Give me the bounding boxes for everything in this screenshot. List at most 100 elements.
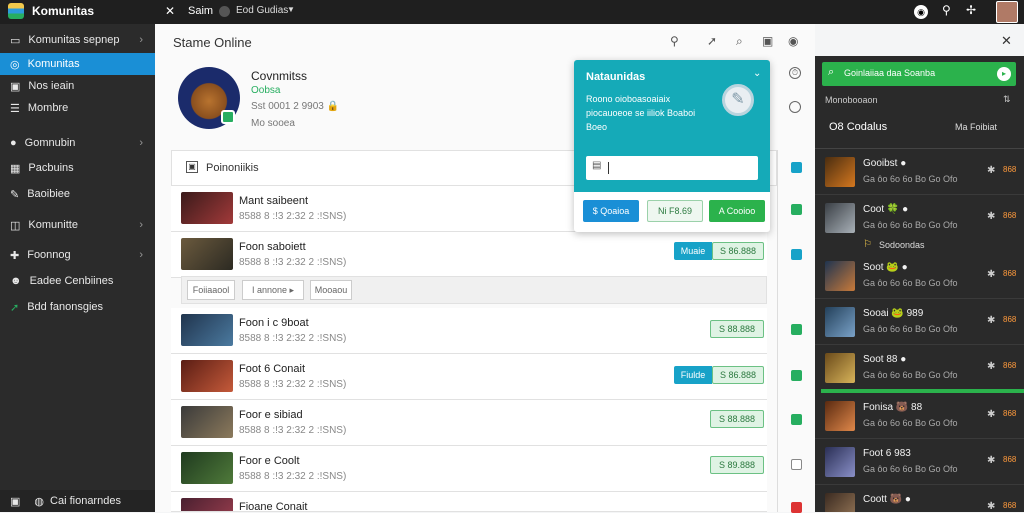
notification-body: Roono oioboasoaiaix piocauoeoe se iiliok… [586,94,696,132]
row-price-button[interactable]: S 86.888 [712,242,764,260]
friend-item[interactable]: Foot 6 983 Ga ôo 6o 6o Bo Go Ofo ✱ 868 [815,439,1024,485]
notification-confirm-button[interactable]: A Cooioo [709,200,765,222]
sidebar-item-7[interactable]: ◫ Komunitte › [0,214,155,236]
game-row[interactable]: Foon i c 9boat 8588 8 :!3 2:32 2 :!SNS) [171,308,767,354]
game-title: Foor e sibiad [239,409,303,421]
card-icon: ▣ [10,80,21,93]
row-indicator-icon[interactable] [791,249,802,260]
message-icon[interactable]: ▣ [762,34,773,48]
game-thumbnail [181,406,233,438]
chat-icon: ◎ [10,58,20,71]
friends-header-label: O8 Codalus [829,121,888,133]
notification-outline-button[interactable]: Ni F8.69 [647,200,703,222]
user-avatar[interactable] [996,1,1018,23]
sidebar-item-label: Pacbuins [28,162,74,174]
friend-avatar [825,261,855,291]
row-price-button[interactable]: S 88.888 [710,410,764,428]
game-row[interactable]: Fioane Conait [171,492,767,512]
row-price-button[interactable]: S 89.888 [710,456,764,474]
friend-item[interactable]: Coot 🍀 ● Ga ôo 6o 6o Bo Go Ofo ✱ 868 [815,195,1024,241]
gear-icon[interactable]: ✱ [987,165,995,176]
sidebar-item-label: Komunitas sepnep [28,34,120,46]
notification-popup: Nataunidas ⌄ Roono oioboasoaiaix piocauo… [574,60,770,232]
filter-chip[interactable]: I annone ▸ [242,280,304,300]
sidebar-item-8[interactable]: ✚ Foonnog › [0,244,155,266]
profile-line: Mo sooea [251,118,295,129]
game-title: Mant saibeent [239,195,309,207]
account-dropdown[interactable]: Eod Gudias [236,5,288,16]
filter-chip[interactable]: Mooaou [310,280,352,300]
close-icon[interactable]: ✕ [1001,33,1012,49]
sidebar-footer[interactable]: ▣ ◍ Cai fionarndes [0,490,155,512]
notification-primary-button[interactable]: $ Qoaioa [583,200,639,222]
sidebar-item-1[interactable]: ◎ Komunitas [0,53,155,75]
gear-icon[interactable]: ✱ [987,361,995,372]
row-price-button[interactable]: S 86.888 [712,366,764,384]
row-blue-button[interactable]: Fiulde [674,366,712,384]
wrench-icon: ✎ [10,188,20,201]
gear-icon[interactable]: ✱ [987,269,995,280]
friend-item[interactable]: Gooibst ● Ga ôo 6o 6o Bo Go Ofo ✱ 868 [815,149,1024,195]
row-price-button[interactable]: S 88.888 [710,320,764,338]
info-icon[interactable] [789,101,801,113]
chevron-down-icon[interactable]: ▼ [287,5,295,14]
gear-icon[interactable]: ✱ [987,211,995,222]
game-row[interactable]: Foor e Coolt 8588 8 :!3 2:32 2 :!SNS) [171,446,767,492]
notification-input[interactable]: ▤ [586,156,758,180]
row-blue-button[interactable]: Muaie [674,242,712,260]
sidebar-item-2[interactable]: ▣ Nos ieain [0,75,155,97]
controller-icon: ✚ [10,249,20,262]
friend-item[interactable]: Sooai 🐸 989 Ga ôo 6o 6o Bo Go Ofo ✱ 868 [815,299,1024,345]
row-indicator-icon[interactable] [791,370,802,381]
sidebar-item-3[interactable]: ☰ Mombre [0,97,155,119]
settings-icon[interactable]: ✢ [966,3,976,17]
online-button-label: Goinlaiiaa daa Soanba [844,68,936,78]
sort-icon[interactable]: ⇅ [1003,94,1011,105]
gear-icon[interactable]: ✱ [987,501,995,512]
friend-item[interactable]: Soot 88 ● Ga ôo 6o 6o Bo Go Ofo ✱ 868 [815,345,1024,391]
share-icon: ➚ [10,301,20,314]
game-thumbnail [181,314,233,346]
online-button[interactable]: ⌕ Goinlaiiaa daa Soanba ▸ [822,62,1016,86]
filter-chip[interactable]: Foiiaaool [187,280,235,300]
friend-status: Ga ôo 6o 6o Bo Go Ofo [863,418,958,428]
sidebar-item-6[interactable]: ✎ Baoibiee [0,183,155,205]
users-icon: ☻ [10,275,22,287]
gear-icon[interactable]: ✱ [987,409,995,420]
search-icon[interactable]: ⌕ [736,34,743,49]
row-indicator-icon[interactable] [791,324,802,335]
row-indicator-icon[interactable] [791,204,802,215]
friend-badge: 868 [1003,409,1017,418]
globe-icon[interactable]: ◉ [788,34,798,48]
friend-item[interactable]: Fonisa 🐻 88 Ga ôo 6o 6o Bo Go Ofo ✱ 868 [815,393,1024,439]
chat-bubble-icon: ● [10,137,17,149]
game-meta: 8588 8 :!3 2:32 2 :!SNS) [239,379,347,390]
friends-header-right[interactable]: Ma Foibiat [955,122,997,132]
pin-icon[interactable]: ⚲ [942,3,951,17]
search-label[interactable]: Saim [188,5,213,17]
clock-icon[interactable]: ⏱ [789,67,801,79]
steam-icon[interactable]: ◉ [914,5,928,19]
row-indicator-icon[interactable] [791,502,802,513]
sidebar-item-5[interactable]: ▦ Pacbuins [0,157,155,179]
row-indicator-icon[interactable] [791,162,802,173]
filter-bar: Foiiaaool I annone ▸ Mooaou [181,276,767,304]
close-icon[interactable]: ✕ [165,4,175,18]
game-row[interactable]: Foor e sibiad 8588 8 :!3 2:32 2 :!SNS) [171,400,767,446]
row-indicator-icon[interactable] [791,414,802,425]
gear-icon[interactable]: ✱ [987,315,995,326]
sidebar-item-10[interactable]: ➚ Bdd fanonsgies [0,296,155,318]
friend-item[interactable]: Coott 🐻 ● ✱ 868 [815,485,1024,512]
chevron-down-icon[interactable]: ⌄ [753,68,761,79]
sidebar: ▭ Komunitas sepnep › ◎ Komunitas ▣ Nos ieain… [0,24,155,512]
sidebar-item-0[interactable]: ▭ Komunitas sepnep › [0,29,155,51]
row-indicator-icon[interactable] [791,459,802,470]
toggle-icon: ▸ [997,67,1011,81]
sidebar-item-4[interactable]: ● Gomnubin › [0,132,155,154]
friend-avatar [825,493,855,512]
friend-item[interactable]: Soot 🐸 ● Ga ôo 6o 6o Bo Go Ofo ✱ 868 [815,253,1024,299]
pin-icon[interactable]: ⚲ [670,34,679,48]
gear-icon[interactable]: ✱ [987,455,995,466]
sidebar-item-9[interactable]: ☻ Eadee Cenbiines [0,270,155,292]
share-icon[interactable]: ➚ [707,34,717,48]
